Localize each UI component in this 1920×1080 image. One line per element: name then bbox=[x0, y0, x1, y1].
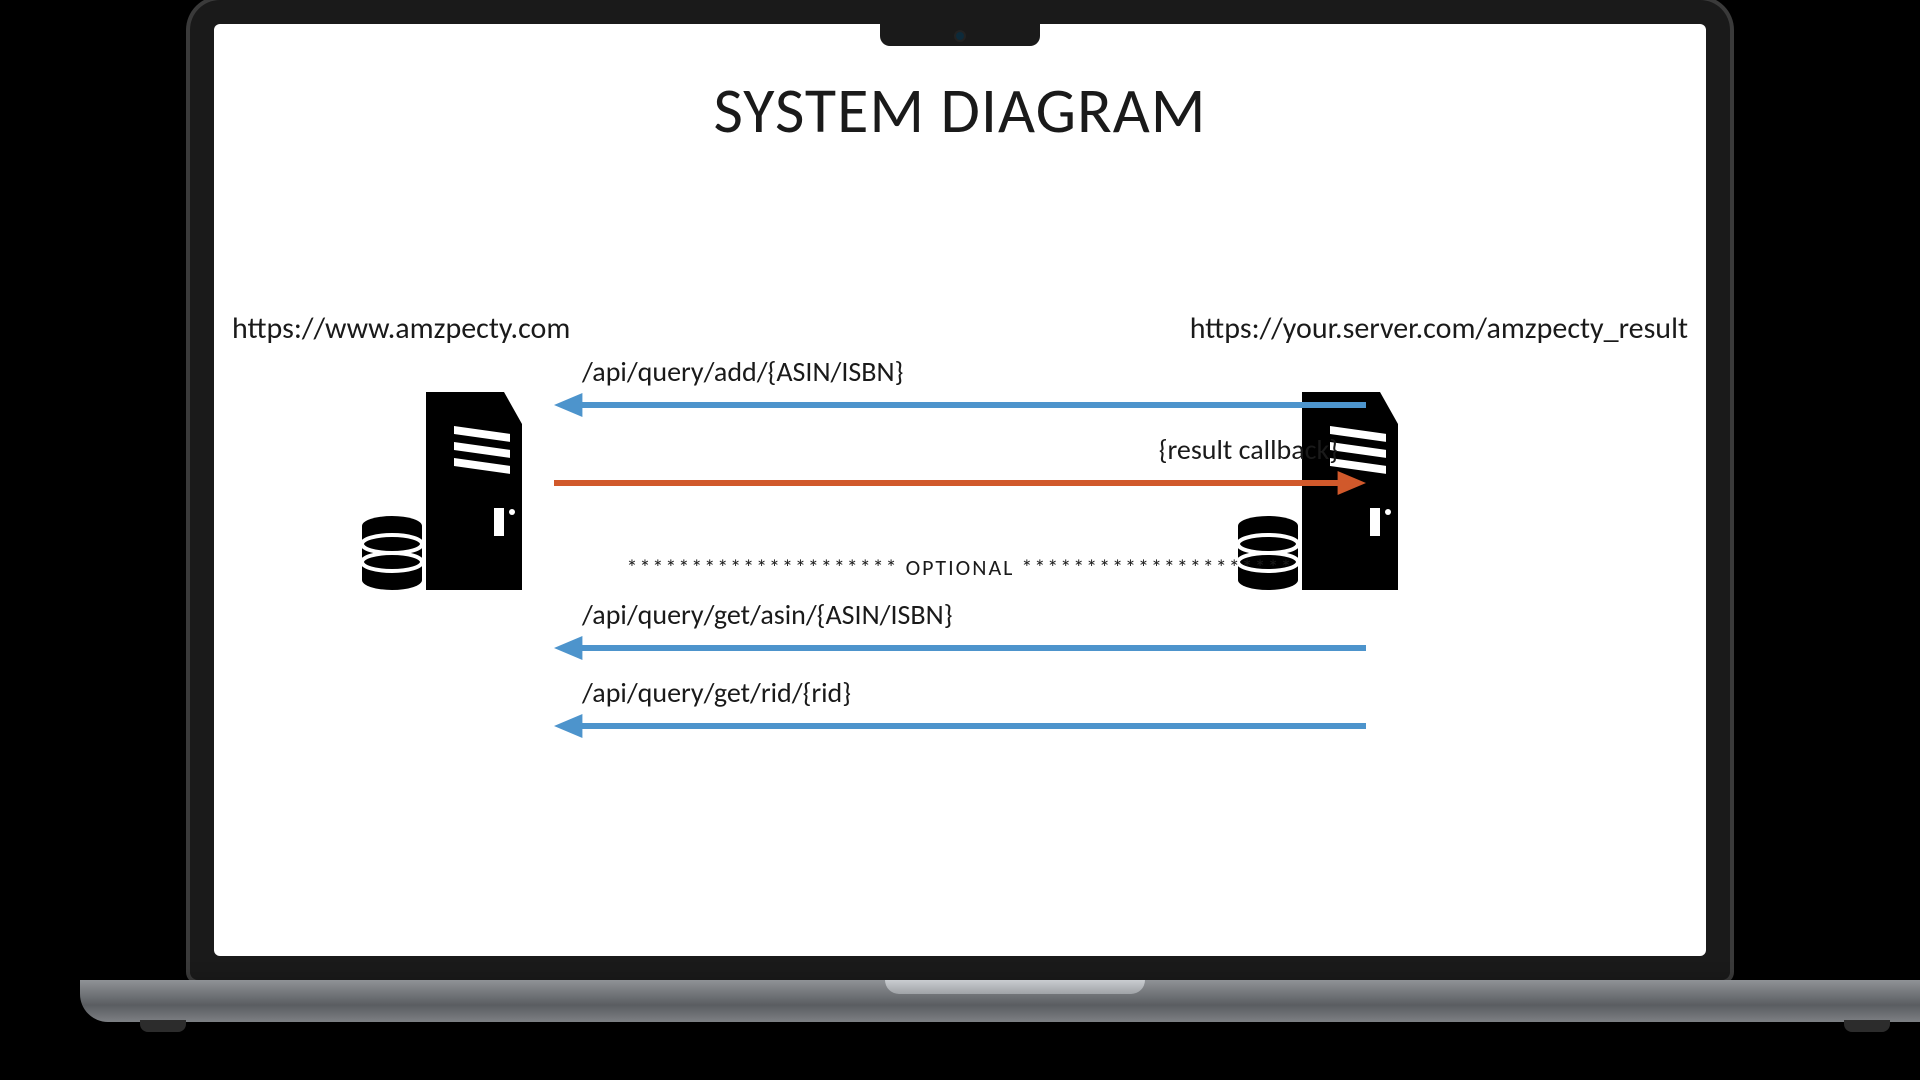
flow-callback-label: {result callback} bbox=[554, 432, 1366, 471]
flow-diagram: /api/query/add/{ASIN/ISBN} {result callb… bbox=[554, 354, 1366, 836]
right-server-url-label: https://your.server.com/amzpecty_result bbox=[1190, 310, 1688, 347]
slide: SYSTEM DIAGRAM https://www.amzpecty.com … bbox=[214, 24, 1706, 956]
laptop-screen: SYSTEM DIAGRAM https://www.amzpecty.com … bbox=[214, 24, 1706, 956]
flow-callback: {result callback} bbox=[554, 432, 1366, 510]
laptop-bezel: SYSTEM DIAGRAM https://www.amzpecty.com … bbox=[190, 0, 1730, 980]
laptop-feet bbox=[80, 1016, 1920, 1032]
camera-icon bbox=[954, 30, 966, 42]
laptop-notch bbox=[880, 24, 1040, 46]
laptop-foot-left bbox=[140, 1020, 186, 1032]
arrow-left-icon bbox=[554, 714, 1366, 738]
optional-divider: ********************* OPTIONAL *********… bbox=[554, 554, 1366, 581]
flow-add: /api/query/add/{ASIN/ISBN} bbox=[554, 354, 1366, 432]
slide-title: SYSTEM DIAGRAM bbox=[214, 72, 1706, 150]
flow-get-asin-label: /api/query/get/asin/{ASIN/ISBN} bbox=[554, 597, 1366, 636]
laptop-mockup: SYSTEM DIAGRAM https://www.amzpecty.com … bbox=[80, 0, 1840, 1032]
arrow-right-icon bbox=[554, 471, 1366, 495]
flow-get-asin: /api/query/get/asin/{ASIN/ISBN} bbox=[554, 597, 1366, 675]
arrow-left-icon bbox=[554, 393, 1366, 417]
laptop-foot-right bbox=[1844, 1020, 1890, 1032]
flow-get-rid-label: /api/query/get/rid/{rid} bbox=[554, 675, 1366, 714]
server-icon-left bbox=[354, 380, 524, 600]
flow-add-label: /api/query/add/{ASIN/ISBN} bbox=[554, 354, 1366, 393]
flow-get-rid: /api/query/get/rid/{rid} bbox=[554, 675, 1366, 753]
stage: SYSTEM DIAGRAM https://www.amzpecty.com … bbox=[0, 0, 1920, 1080]
arrow-left-icon bbox=[554, 636, 1366, 660]
laptop-hinge-cut bbox=[885, 980, 1145, 994]
left-server-url-label: https://www.amzpecty.com bbox=[232, 310, 570, 347]
